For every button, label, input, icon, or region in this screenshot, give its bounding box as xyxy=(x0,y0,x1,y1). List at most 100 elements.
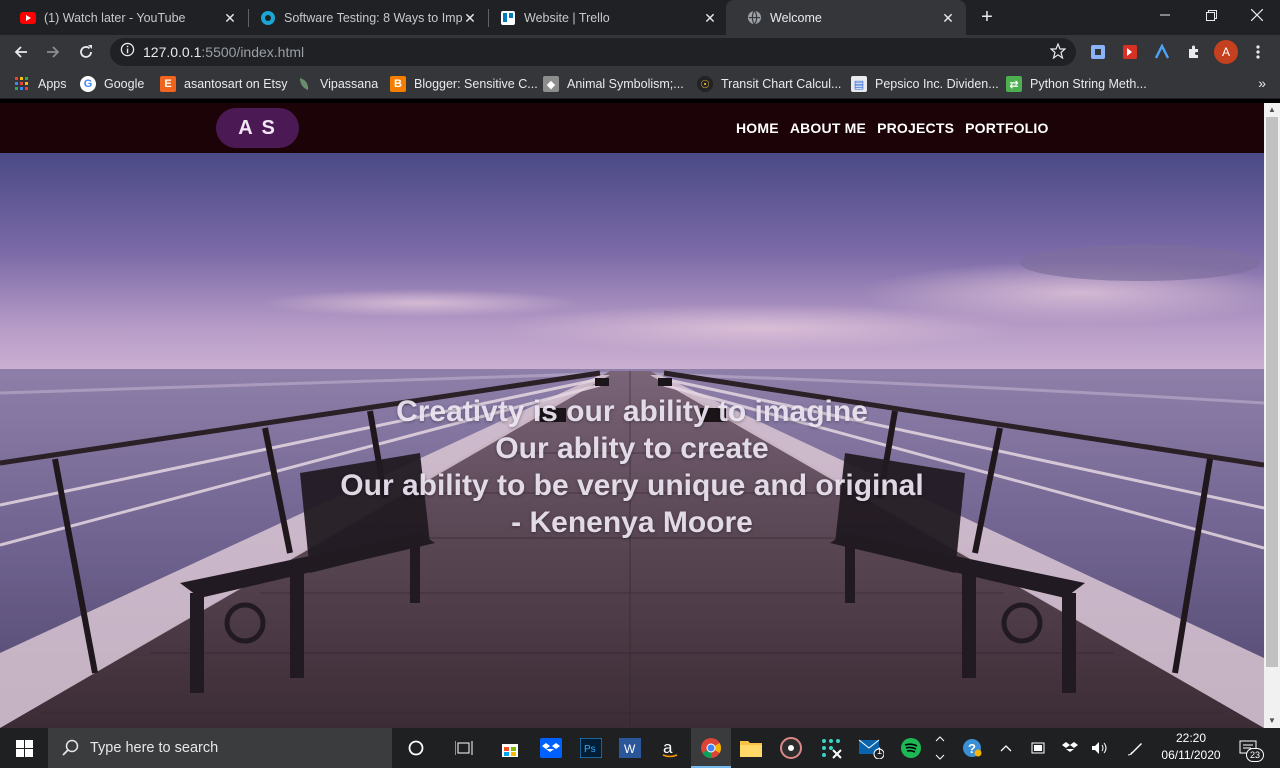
browser-toolbar: 127.0.0.1:5500/index.html A xyxy=(0,35,1280,69)
menu-kebab-icon[interactable] xyxy=(1248,42,1268,62)
taskbar-scroll-arrows[interactable] xyxy=(930,730,950,766)
search-placeholder: Type here to search xyxy=(90,740,219,756)
tab-software-testing[interactable]: Software Testing: 8 Ways to Impr ✕ xyxy=(240,0,489,35)
bookmark-vipassana[interactable]: Vipassana xyxy=(296,75,378,93)
nav-projects[interactable]: PROJECTS xyxy=(877,120,954,136)
quote-line: Our ability to be very unique and origin… xyxy=(340,469,924,502)
amazon-icon[interactable]: a xyxy=(656,734,684,762)
tab-title: (1) Watch later - YouTube xyxy=(44,10,186,25)
blogger-icon: B xyxy=(390,76,406,92)
transit-icon: ☉ xyxy=(697,76,713,92)
windows-logo-icon xyxy=(15,739,33,757)
google-icon: G xyxy=(80,76,96,92)
battery-icon[interactable] xyxy=(1028,738,1048,758)
search-icon xyxy=(62,739,79,756)
spotify-icon[interactable] xyxy=(897,734,925,762)
forward-button[interactable] xyxy=(40,39,66,65)
site-menu: HOME ABOUT ME PROJECTS PORTFOLIO xyxy=(736,120,1049,136)
task-view-icon[interactable] xyxy=(450,734,478,762)
media-player-icon[interactable] xyxy=(777,734,805,762)
scrollbar-thumb[interactable] xyxy=(1266,117,1278,667)
trello-icon xyxy=(500,10,516,26)
tab-title: Welcome xyxy=(770,10,822,25)
site-logo[interactable]: A S xyxy=(216,108,299,148)
info-icon[interactable] xyxy=(120,42,135,62)
scroll-up-arrow[interactable]: ▲ xyxy=(1264,103,1280,117)
chevron-up-icon[interactable] xyxy=(996,738,1016,758)
start-button[interactable] xyxy=(0,728,48,768)
nav-home[interactable]: HOME xyxy=(736,120,779,136)
animal-icon: ◆ xyxy=(543,76,559,92)
svg-text:a: a xyxy=(663,738,673,757)
scroll-down-arrow[interactable]: ▼ xyxy=(1264,714,1280,728)
dropbox-icon[interactable] xyxy=(537,734,565,762)
close-icon[interactable]: ✕ xyxy=(462,10,478,26)
close-icon[interactable]: ✕ xyxy=(222,10,238,26)
windows-taskbar: Type here to search Ps W a 1 ? 22:20 06/… xyxy=(0,728,1280,768)
close-icon[interactable]: ✕ xyxy=(940,10,956,26)
bookmark-apps[interactable]: Apps xyxy=(14,75,67,93)
bookmark-pepsico[interactable]: ▤ Pepsico Inc. Dividen... xyxy=(851,75,999,93)
file-explorer-icon[interactable] xyxy=(737,734,765,762)
svg-text:Ps: Ps xyxy=(584,744,596,755)
bookmark-google[interactable]: G Google xyxy=(80,75,144,93)
nav-portfolio[interactable]: PORTFOLIO xyxy=(965,120,1048,136)
extension-red-icon[interactable] xyxy=(1120,42,1140,62)
back-button[interactable] xyxy=(8,39,34,65)
extension-puzzle-icon[interactable] xyxy=(1088,42,1108,62)
globe-icon xyxy=(746,10,762,26)
quote-line: Creativty is our ability to imagine xyxy=(396,395,868,428)
extension-a-icon[interactable] xyxy=(1152,42,1172,62)
tab-trello[interactable]: Website | Trello ✕ xyxy=(480,0,728,35)
clock-date: 06/11/2020 xyxy=(1161,748,1221,762)
testing-site-icon xyxy=(260,10,276,26)
new-tab-button[interactable]: + xyxy=(976,6,998,28)
notification-count-badge: 23 xyxy=(1246,748,1264,762)
page-scrollbar[interactable]: ▲ ▼ xyxy=(1264,103,1280,728)
cortana-icon[interactable] xyxy=(402,734,430,762)
nav-about-me[interactable]: ABOUT ME xyxy=(790,120,866,136)
pen-ink-icon[interactable] xyxy=(1126,738,1146,758)
extensions-icon[interactable] xyxy=(1184,42,1204,62)
taskbar-clock[interactable]: 22:20 06/11/2020 xyxy=(1158,730,1224,764)
pepsico-icon: ▤ xyxy=(851,76,867,92)
dropbox-tray-icon[interactable] xyxy=(1060,738,1080,758)
url-text: 127.0.0.1:5500/index.html xyxy=(143,44,305,60)
profile-avatar[interactable]: A xyxy=(1214,40,1238,64)
bookmark-animal-symbolism[interactable]: ◆ Animal Symbolism;... xyxy=(543,75,684,93)
chrome-icon[interactable] xyxy=(697,734,725,762)
browser-tab-strip: (1) Watch later - YouTube ✕ Software Tes… xyxy=(0,0,1280,35)
mail-icon[interactable]: 1 xyxy=(857,734,885,762)
help-icon[interactable]: ? xyxy=(962,738,982,758)
photoshop-icon[interactable]: Ps xyxy=(577,734,605,762)
tab-title: Website | Trello xyxy=(524,10,610,25)
store-icon[interactable] xyxy=(496,734,524,762)
bookmark-python-string[interactable]: ⇄ Python String Meth... xyxy=(1006,75,1147,93)
site-navbar: A S HOME ABOUT ME PROJECTS PORTFOLIO xyxy=(0,103,1264,153)
word-icon[interactable]: W xyxy=(616,734,644,762)
clock-time: 22:20 xyxy=(1175,731,1207,745)
address-bar[interactable]: 127.0.0.1:5500/index.html xyxy=(110,38,1076,66)
app-dots-icon[interactable] xyxy=(817,734,845,762)
bookmarks-overflow-icon[interactable]: » xyxy=(1258,75,1266,91)
bookmarks-bar: Apps G Google E asantosart on Etsy Vipas… xyxy=(0,69,1280,99)
bookmark-blogger[interactable]: B Blogger: Sensitive C... xyxy=(390,75,538,93)
bookmark-transit-chart[interactable]: ☉ Transit Chart Calcul... xyxy=(697,75,841,93)
etsy-icon: E xyxy=(160,76,176,92)
tab-welcome[interactable]: Welcome ✕ xyxy=(726,0,966,35)
volume-icon[interactable] xyxy=(1090,738,1110,758)
close-window-button[interactable] xyxy=(1234,0,1280,30)
hero-quote: Creativty is our ability to imagine Our … xyxy=(0,393,1264,541)
bookmark-star-icon[interactable] xyxy=(1049,42,1067,64)
close-icon[interactable]: ✕ xyxy=(702,10,718,26)
svg-text:W: W xyxy=(624,742,636,756)
restore-button[interactable] xyxy=(1188,0,1234,30)
bookmark-etsy[interactable]: E asantosart on Etsy xyxy=(160,75,288,93)
mail-badge: 1 xyxy=(877,746,883,756)
minimize-button[interactable] xyxy=(1142,0,1188,30)
reload-button[interactable] xyxy=(73,39,99,65)
apps-grid-icon xyxy=(14,76,30,92)
quote-author: - Kenenya Moore xyxy=(511,506,753,539)
taskbar-search-box[interactable]: Type here to search xyxy=(48,728,392,768)
tab-youtube[interactable]: (1) Watch later - YouTube ✕ xyxy=(0,0,249,35)
